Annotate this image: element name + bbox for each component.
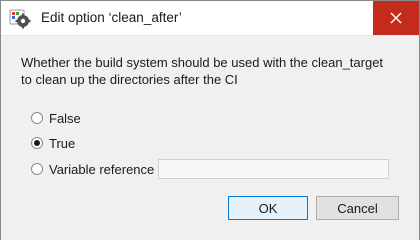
window-title: Edit option ‘clean_after’ <box>41 10 182 25</box>
variable-reference-input[interactable] <box>158 159 389 179</box>
close-icon <box>390 12 402 24</box>
radio-false-label[interactable]: False <box>49 111 81 126</box>
radio-true-label[interactable]: True <box>49 136 75 151</box>
radio-variable-reference-indicator[interactable] <box>31 163 43 175</box>
settings-app-icon <box>9 9 31 29</box>
cancel-button[interactable]: Cancel <box>316 196 399 220</box>
dialog-body: Whether the build system should be used … <box>1 35 419 240</box>
close-button[interactable] <box>373 1 419 35</box>
dialog-window: Edit option ‘clean_after’ Whether the bu… <box>0 0 420 240</box>
radio-false-indicator[interactable] <box>31 112 43 124</box>
radio-variable-reference[interactable]: Variable reference <box>31 160 154 178</box>
radio-true-indicator[interactable] <box>31 137 43 149</box>
radio-true[interactable]: True <box>31 134 75 152</box>
radio-variable-reference-label[interactable]: Variable reference <box>49 162 154 177</box>
option-description: Whether the build system should be used … <box>21 55 384 87</box>
ok-button[interactable]: OK <box>228 196 308 220</box>
title-bar[interactable]: Edit option ‘clean_after’ <box>1 1 419 35</box>
radio-false[interactable]: False <box>31 109 81 127</box>
